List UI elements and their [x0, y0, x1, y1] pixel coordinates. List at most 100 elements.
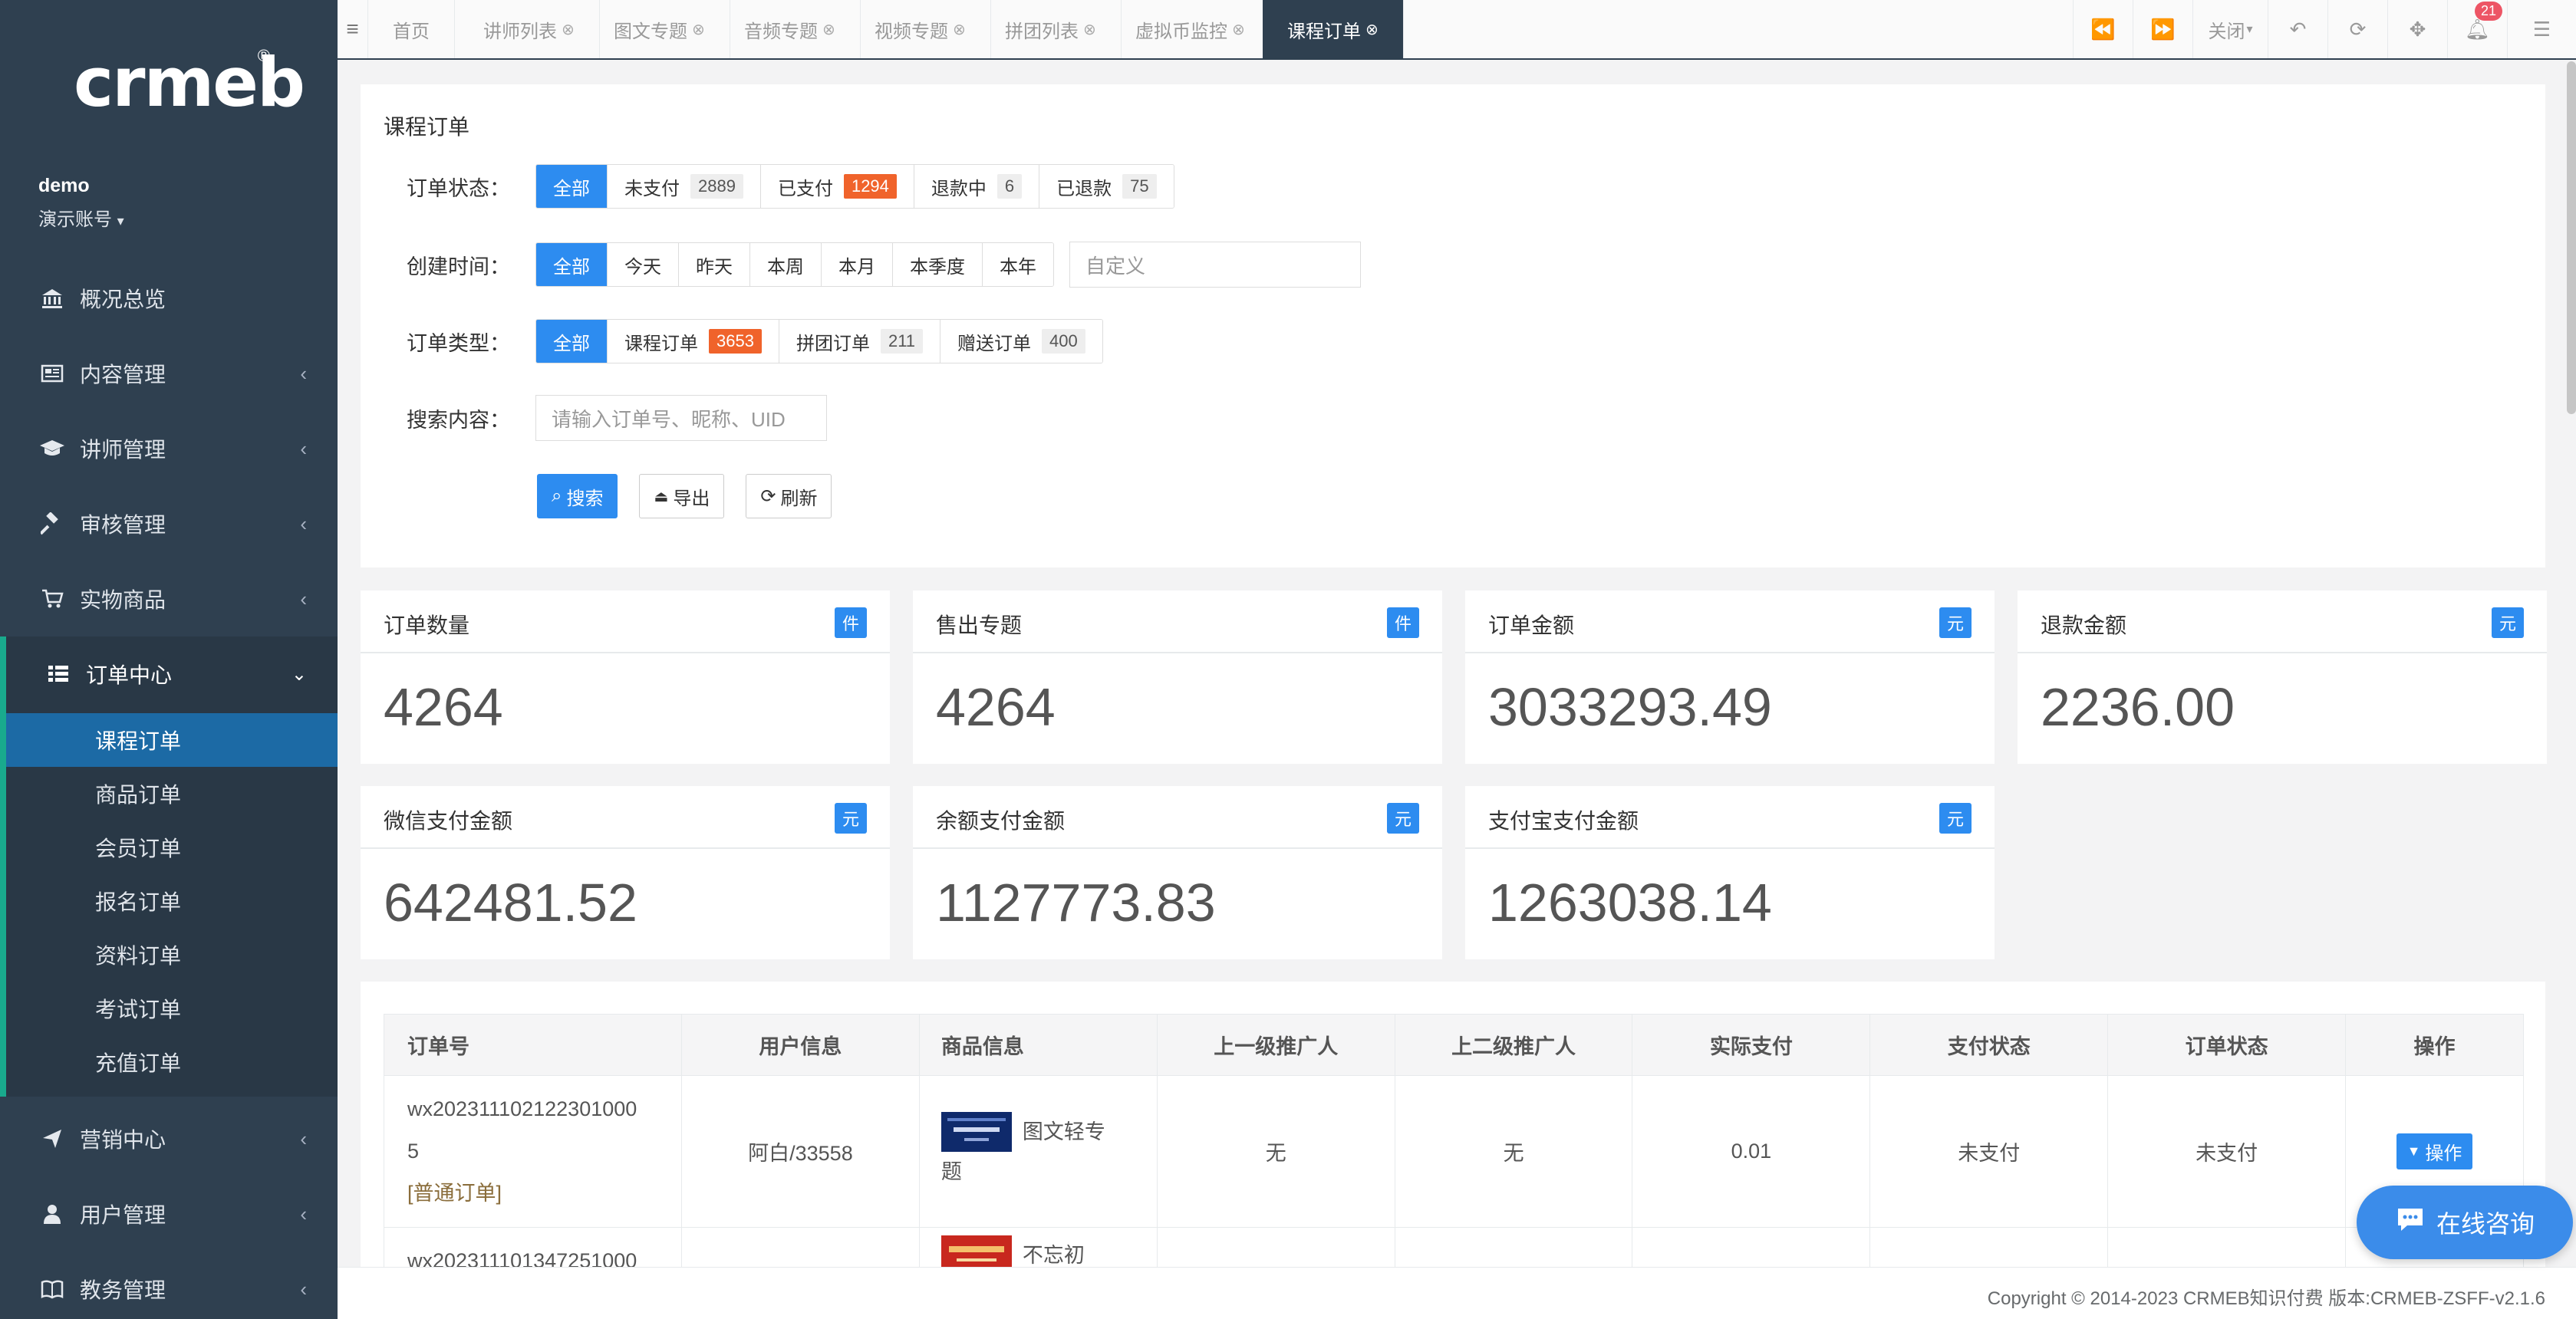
- tab-label: 虚拟币监控: [1135, 21, 1227, 42]
- close-tab-icon[interactable]: ⊗: [1365, 20, 1379, 39]
- time-week-button[interactable]: 本周: [750, 243, 822, 286]
- sidebar-item-audit[interactable]: 审核管理 ‹: [0, 486, 338, 561]
- sidebar-item-orders[interactable]: 订单中心 ⌄: [6, 636, 338, 712]
- card-value: 3033293.49: [1488, 677, 1772, 737]
- custom-date-input[interactable]: 自定义: [1069, 242, 1361, 288]
- sidebar-subitem-recharge-orders[interactable]: 充值订单: [6, 1035, 338, 1089]
- card-value: 4264: [936, 677, 1056, 737]
- online-consult-button[interactable]: 在线咨询: [2357, 1186, 2573, 1259]
- filter-row-type: 订单类型： 全部 课程订单 3653 拼团订单 211 赠送订单 400: [407, 319, 1103, 363]
- order-number: wx202311102122301000: [407, 1097, 637, 1120]
- operate-dropdown-button[interactable]: ▼ 操作: [2396, 1133, 2473, 1169]
- user-role-dropdown[interactable]: 演示账号 ▾: [38, 204, 124, 231]
- settings-menu-icon[interactable]: ☰: [2507, 0, 2576, 58]
- close-tab-icon[interactable]: ⊗: [1083, 20, 1096, 39]
- tab-label: 讲师列表: [483, 21, 557, 42]
- count-badge: 211: [880, 329, 924, 354]
- refresh-icon[interactable]: ⟳: [2327, 0, 2387, 58]
- status-refunding-button[interactable]: 退款中 6: [914, 165, 1040, 208]
- sidebar-item-lecturer[interactable]: 讲师管理 ‹: [0, 411, 338, 486]
- filter-panel: 课程订单 订单状态： 全部 未支付 2889 已支付 1294 退款中 6 已退款 75…: [361, 84, 2545, 567]
- sidebar-item-marketing[interactable]: 营销中心 ‹: [0, 1101, 338, 1176]
- time-all-button[interactable]: 全部: [536, 243, 608, 286]
- refresh-button[interactable]: ⟳ 刷新: [746, 474, 832, 518]
- sidebar-item-content[interactable]: 内容管理 ‹: [0, 336, 338, 411]
- stat-card-refund-amount: 退款金额 元 2236.00: [2018, 590, 2547, 764]
- scroll-tabs-right-icon[interactable]: ⏩: [2133, 0, 2192, 58]
- sidebar-item-users[interactable]: 用户管理 ‹: [0, 1176, 338, 1252]
- time-today-button[interactable]: 今天: [608, 243, 679, 286]
- sidebar-item-academic[interactable]: 教务管理 ‹: [0, 1252, 338, 1319]
- sidebar-subitem-signup-orders[interactable]: 报名订单: [6, 874, 338, 928]
- close-tab-icon[interactable]: ⊗: [562, 20, 575, 39]
- goods-thumbnail[interactable]: [940, 1111, 1012, 1152]
- sidebar: crmeb ® demo 演示账号 ▾ 概况总览 内容管理 ‹ 讲师管理 ‹ 审…: [0, 0, 338, 1319]
- time-yesterday-button[interactable]: 昨天: [679, 243, 750, 286]
- sidebar-subitem-goods-orders[interactable]: 商品订单: [6, 767, 338, 821]
- sidebar-subitem-material-orders[interactable]: 资料订单: [6, 928, 338, 982]
- scroll-tabs-left-icon[interactable]: ⏪: [2073, 0, 2133, 58]
- card-title: 余额支付金额: [936, 809, 1066, 833]
- sidebar-item-label: 营销中心: [80, 1128, 166, 1152]
- close-tab-icon[interactable]: ⊗: [1232, 20, 1245, 39]
- search-input[interactable]: 请输入订单号、昵称、UID: [535, 395, 827, 441]
- status-all-button[interactable]: 全部: [536, 165, 608, 208]
- option-label: 已支付: [777, 178, 833, 199]
- stat-card-wechat-amount: 微信支付金额 元 642481.52: [361, 786, 890, 959]
- menu-toggle-icon[interactable]: ≡: [338, 0, 368, 58]
- back-icon[interactable]: ↶: [2268, 0, 2327, 58]
- fullscreen-icon[interactable]: ✥: [2387, 0, 2447, 58]
- status-paid-button[interactable]: 已支付 1294: [760, 165, 914, 208]
- search-button[interactable]: ⌕ 搜索: [537, 474, 618, 518]
- close-tab-icon[interactable]: ⊗: [692, 20, 705, 39]
- crmeb-logo[interactable]: crmeb ®: [74, 44, 305, 121]
- sidebar-subitem-course-orders[interactable]: 课程订单: [6, 713, 338, 767]
- status-unpaid-button[interactable]: 未支付 2889: [608, 165, 761, 208]
- chat-bubble-icon: [2395, 1206, 2426, 1239]
- card-header: 订单数量 件: [361, 590, 890, 653]
- close-tab-icon[interactable]: ⊗: [953, 20, 966, 39]
- tab-article-topic[interactable]: 图文专题 ⊗: [589, 0, 730, 58]
- sidebar-item-products[interactable]: 实物商品 ‹: [0, 561, 338, 636]
- caret-down-icon: ▼: [2406, 1143, 2421, 1159]
- export-icon: ⏏: [654, 488, 669, 505]
- notification-bell-icon[interactable]: 🔔︎ 21: [2447, 0, 2507, 58]
- tab-label: 图文专题: [614, 21, 687, 42]
- column-header: 订单状态: [2107, 1014, 2347, 1076]
- tab-virtual-coin[interactable]: 虚拟币监控 ⊗: [1111, 0, 1270, 58]
- page-scrollbar[interactable]: [2567, 61, 2576, 414]
- tab-audio-topic[interactable]: 音频专题 ⊗: [720, 0, 861, 58]
- button-label: 操作: [2425, 1143, 2462, 1164]
- sidebar-subitem-member-orders[interactable]: 会员订单: [6, 821, 338, 874]
- option-label: 课程订单: [624, 333, 698, 354]
- type-course-button[interactable]: 课程订单 3653: [608, 320, 779, 363]
- type-all-button[interactable]: 全部: [536, 320, 608, 363]
- time-year-button[interactable]: 本年: [983, 243, 1053, 286]
- tab-video-topic[interactable]: 视频专题 ⊗: [850, 0, 991, 58]
- tab-home[interactable]: 首页: [368, 0, 455, 58]
- sidebar-item-label: 实物商品: [80, 588, 166, 612]
- card-value: 2236.00: [2041, 677, 2235, 737]
- time-month-button[interactable]: 本月: [822, 243, 893, 286]
- time-quarter-button[interactable]: 本季度: [893, 243, 983, 286]
- sidebar-item-label: 用户管理: [80, 1203, 166, 1227]
- tab-course-orders[interactable]: 课程订单 ⊗: [1263, 0, 1404, 58]
- user-name: demo: [38, 175, 90, 196]
- pay-status-cell: 未支付: [1869, 1075, 2109, 1228]
- chevron-left-icon: ‹: [300, 436, 307, 460]
- sidebar-item-overview[interactable]: 概况总览: [0, 261, 338, 336]
- export-button[interactable]: ⏏ 导出: [639, 474, 725, 518]
- stat-card-alipay-amount: 支付宝支付金额 元 1263038.14: [1465, 786, 1995, 959]
- type-gift-button[interactable]: 赠送订单 400: [940, 320, 1102, 363]
- close-tab-icon[interactable]: ⊗: [822, 20, 835, 39]
- tab-lecturer-list[interactable]: 讲师列表 ⊗: [459, 0, 600, 58]
- type-group-button[interactable]: 拼团订单 211: [779, 320, 941, 363]
- sidebar-subitem-exam-orders[interactable]: 考试订单: [6, 982, 338, 1035]
- chevron-left-icon: ‹: [300, 361, 307, 385]
- status-refunded-button[interactable]: 已退款 75: [1039, 165, 1174, 208]
- card-value: 1263038.14: [1488, 873, 1772, 933]
- close-tabs-dropdown[interactable]: 关闭 ▾: [2192, 0, 2268, 58]
- graduation-cap-icon: [37, 433, 68, 464]
- card-value: 4264: [384, 677, 503, 737]
- tab-group-list[interactable]: 拼团列表 ⊗: [980, 0, 1122, 58]
